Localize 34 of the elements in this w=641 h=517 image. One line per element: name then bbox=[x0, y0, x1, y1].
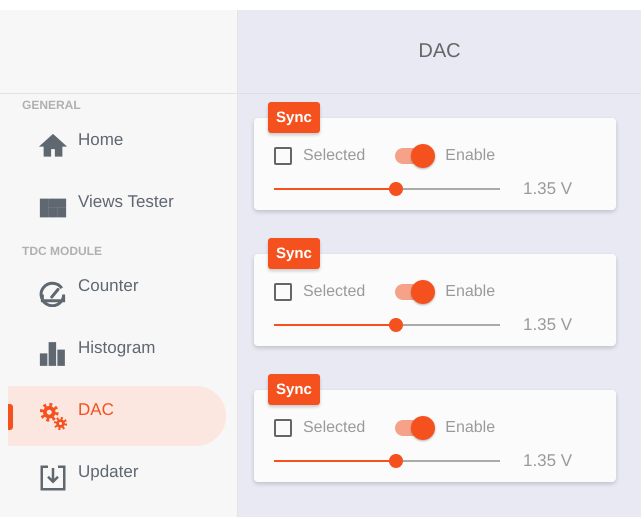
slider-thumb[interactable] bbox=[389, 182, 404, 196]
page-title: DAC bbox=[418, 40, 461, 63]
voltage-reading: 1.35 V bbox=[523, 315, 572, 335]
slider[interactable] bbox=[274, 318, 500, 332]
checkbox[interactable] bbox=[274, 283, 292, 301]
sync-button[interactable]: Sync bbox=[268, 102, 320, 133]
sync-button[interactable]: Sync bbox=[268, 238, 320, 269]
slider[interactable] bbox=[274, 454, 500, 468]
sidebar-item[interactable]: Histogram bbox=[8, 324, 226, 384]
section-label: TDC MODULE bbox=[21, 243, 103, 260]
sync-button[interactable]: Sync bbox=[268, 374, 320, 405]
toggle-label: Enable bbox=[445, 283, 496, 301]
sidebar-item[interactable]: Updater bbox=[8, 448, 226, 508]
voltage-reading: 1.35 V bbox=[523, 451, 572, 471]
sidebar-item[interactable]: Home bbox=[8, 116, 226, 176]
checkbox[interactable] bbox=[274, 147, 292, 165]
gears-icon bbox=[38, 401, 68, 431]
checkbox-label: Selected bbox=[303, 419, 366, 437]
slider-thumb[interactable] bbox=[389, 454, 404, 468]
voltage-reading: 1.35 V bbox=[523, 179, 572, 199]
slider-thumb[interactable] bbox=[389, 318, 404, 332]
active-indicator bbox=[8, 404, 13, 430]
sidebar-item[interactable]: Counter bbox=[8, 262, 226, 322]
checkbox-label: Selected bbox=[303, 283, 366, 301]
checkbox-label: Selected bbox=[303, 147, 366, 165]
sidebar-item[interactable]: Views Tester bbox=[8, 178, 226, 238]
slider[interactable] bbox=[274, 182, 500, 196]
bar-chart-icon bbox=[38, 339, 68, 369]
toggle-label: Enable bbox=[445, 147, 496, 165]
toggle-label: Enable bbox=[445, 419, 496, 437]
checkbox[interactable] bbox=[274, 419, 292, 437]
sidebar-item[interactable]: DAC bbox=[8, 386, 226, 446]
download-icon bbox=[38, 463, 68, 493]
section-label: GENERAL bbox=[21, 97, 82, 114]
